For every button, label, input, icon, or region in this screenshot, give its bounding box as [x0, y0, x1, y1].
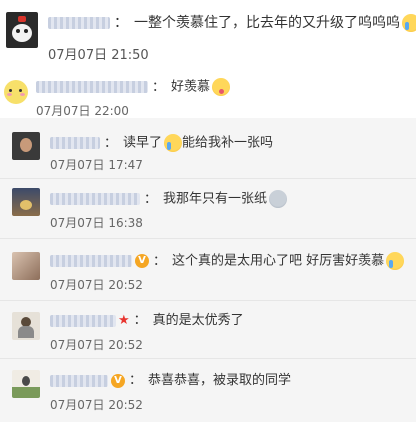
crying-face-emoji-icon	[386, 252, 405, 270]
avatar[interactable]	[12, 188, 40, 216]
comment-time: 07月07日 20:52	[50, 398, 143, 412]
reply-item: ： 读早了 能给我补一张吗 07月07日 17:47	[0, 124, 416, 176]
username[interactable]	[50, 137, 100, 149]
reply-item: ★： 真的是太优秀了 07月07日 20:52	[0, 304, 416, 356]
username[interactable]	[48, 17, 110, 29]
crying-face-emoji-icon	[164, 134, 183, 152]
avatar[interactable]	[4, 80, 28, 104]
divider	[0, 178, 416, 179]
avatar[interactable]	[12, 312, 40, 340]
reply-item: V ： 恭喜恭喜，被录取的同学 07月07日 20:52	[0, 362, 416, 420]
avatar[interactable]	[12, 370, 40, 398]
crying-face-emoji-icon	[402, 14, 416, 32]
comment-text: 读早了	[123, 135, 163, 151]
divider	[0, 238, 416, 239]
reply-item: ： 我那年只有一张纸 07月07日 16:38	[0, 180, 416, 234]
reply-item: V ： 这个真的是太用心了吧 好厉害好羡慕 07月07日 20:52	[0, 242, 416, 296]
username[interactable]	[50, 314, 116, 327]
comment-line: ： 好羡慕	[36, 78, 231, 97]
separator: ：	[129, 373, 143, 388]
comment-text: 一整个羡慕住了，比去年的又升级了呜呜呜	[134, 15, 400, 31]
comment-line: ： 读早了 能给我补一张吗	[50, 134, 273, 153]
divider	[0, 358, 416, 359]
comment-text: 好羡慕	[171, 79, 211, 95]
separator: ：	[114, 15, 128, 31]
avatar[interactable]	[12, 132, 40, 160]
comment-line: ： 我那年只有一张纸	[50, 190, 288, 209]
comment-text: 能给我补一张吗	[182, 135, 274, 151]
comment-item: ： 好羡慕 07月07日 22:00	[0, 70, 416, 118]
comment-text: 真的是太优秀了	[152, 313, 244, 328]
comment-text: 这个真的是太用心了吧 好厉害好羡慕	[172, 253, 385, 269]
comment-line: V ： 恭喜恭喜，被录取的同学	[50, 372, 291, 390]
verified-badge-icon: V	[111, 373, 125, 388]
comment-time: 07月07日 20:52	[50, 278, 143, 292]
comment-text: 恭喜恭喜，被录取的同学	[148, 373, 292, 388]
separator: ：	[104, 135, 118, 151]
username[interactable]	[50, 374, 108, 387]
separator: ：	[152, 79, 166, 95]
username[interactable]	[50, 255, 132, 267]
comment-time: 07月07日 21:50	[48, 48, 149, 63]
avatar[interactable]	[12, 252, 40, 280]
comment-line: ： 一整个羡慕住了，比去年的又升级了呜呜呜	[48, 14, 416, 32]
comment-line: ★： 真的是太优秀了	[50, 312, 244, 330]
divider	[0, 300, 416, 301]
comment-item: ： 一整个羡慕住了，比去年的又升级了呜呜呜 07月07日 21:50	[0, 0, 416, 70]
verified-badge-icon: V	[135, 254, 149, 268]
separator: ：	[153, 253, 167, 269]
username[interactable]	[50, 193, 140, 205]
star-badge-icon: ★	[118, 313, 130, 328]
comment-text: 我那年只有一张纸	[163, 191, 268, 207]
username[interactable]	[36, 81, 148, 93]
separator: ：	[144, 191, 158, 207]
comment-time: 07月07日 22:00	[36, 104, 129, 118]
comment-time: 07月07日 20:52	[50, 338, 143, 352]
sad-face-emoji-icon	[269, 190, 288, 208]
tongue-out-emoji-icon	[212, 78, 231, 96]
avatar[interactable]	[6, 12, 38, 48]
comment-time: 07月07日 17:47	[50, 158, 143, 172]
comment-line: V ： 这个真的是太用心了吧 好厉害好羡慕	[50, 252, 405, 271]
separator: ：	[133, 313, 147, 328]
comment-time: 07月07日 16:38	[50, 216, 143, 230]
